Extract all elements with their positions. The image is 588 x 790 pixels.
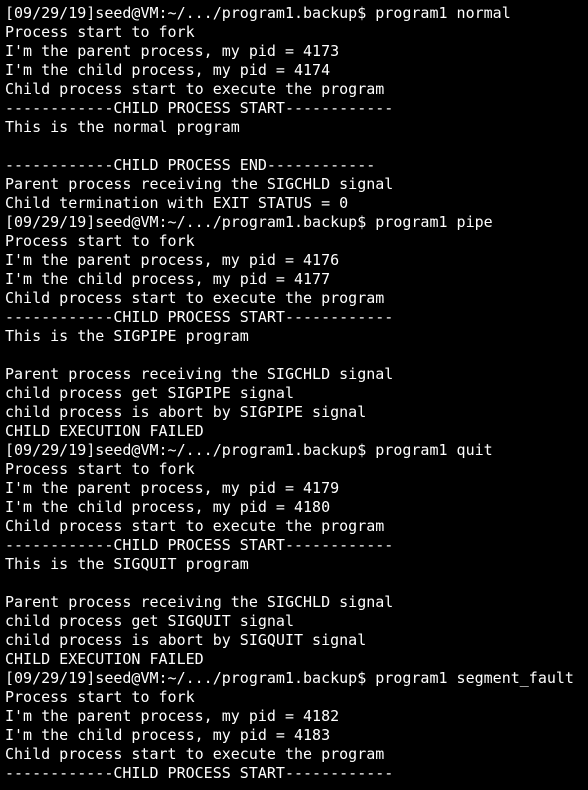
output-line: Child process start to execute the progr… [5,745,385,763]
output-line: Parent process receiving the SIGCHLD sig… [5,175,394,193]
output-line: This is the SIGPIPE program [5,327,249,345]
output-line: Parent process receiving the SIGCHLD sig… [5,365,394,383]
output-line: CHILD EXECUTION FAILED [5,422,204,440]
output-line: Child process start to execute the progr… [5,289,385,307]
terminal-window[interactable]: [09/29/19]seed@VM:~/.../program1.backup$… [0,0,588,790]
prompt-line: [09/29/19]seed@VM:~/.../program1.backup$… [5,213,493,231]
output-line: ------------CHILD PROCESS START---------… [5,99,394,117]
output-line: ------------CHILD PROCESS START---------… [5,536,394,554]
output-line: This is the SIGQUIT program [5,555,249,573]
prompt-line: [09/29/19]seed@VM:~/.../program1.backup$… [5,4,511,22]
output-line: child process get SIGPIPE signal [5,384,294,402]
output-line: This is the normal program [5,118,240,136]
output-line: ------------CHILD PROCESS START---------… [5,764,394,782]
output-line: I'm the parent process, my pid = 4182 [5,707,340,725]
output-line: child process is abort by SIGPIPE signal [5,403,367,421]
output-line: Child process start to execute the progr… [5,80,385,98]
output-line: I'm the child process, my pid = 4183 [5,726,331,744]
output-line: Parent process receiving the SIGCHLD sig… [5,593,394,611]
output-line: Child process start to execute the progr… [5,517,385,535]
output-line: child process get SIGQUIT signal [5,612,294,630]
output-line: ------------CHILD PROCESS END-----------… [5,156,376,174]
output-line: Process start to fork [5,232,195,250]
output-line: I'm the child process, my pid = 4177 [5,270,331,288]
prompt-line: [09/29/19]seed@VM:~/.../program1.backup$… [5,441,493,459]
output-line: I'm the parent process, my pid = 4179 [5,479,340,497]
output-line: I'm the parent process, my pid = 4176 [5,251,340,269]
output-line: Child termination with EXIT STATUS = 0 [5,194,349,212]
output-line: I'm the parent process, my pid = 4173 [5,42,340,60]
output-line: child process is abort by SIGQUIT signal [5,631,367,649]
output-line: Process start to fork [5,460,195,478]
output-line: I'm the child process, my pid = 4180 [5,498,331,516]
output-line: I'm the child process, my pid = 4174 [5,61,331,79]
output-line: Process start to fork [5,688,195,706]
output-line: ------------CHILD PROCESS START---------… [5,308,394,326]
output-line: CHILD EXECUTION FAILED [5,650,204,668]
output-line: Process start to fork [5,23,195,41]
prompt-line: [09/29/19]seed@VM:~/.../program1.backup$… [5,669,574,687]
